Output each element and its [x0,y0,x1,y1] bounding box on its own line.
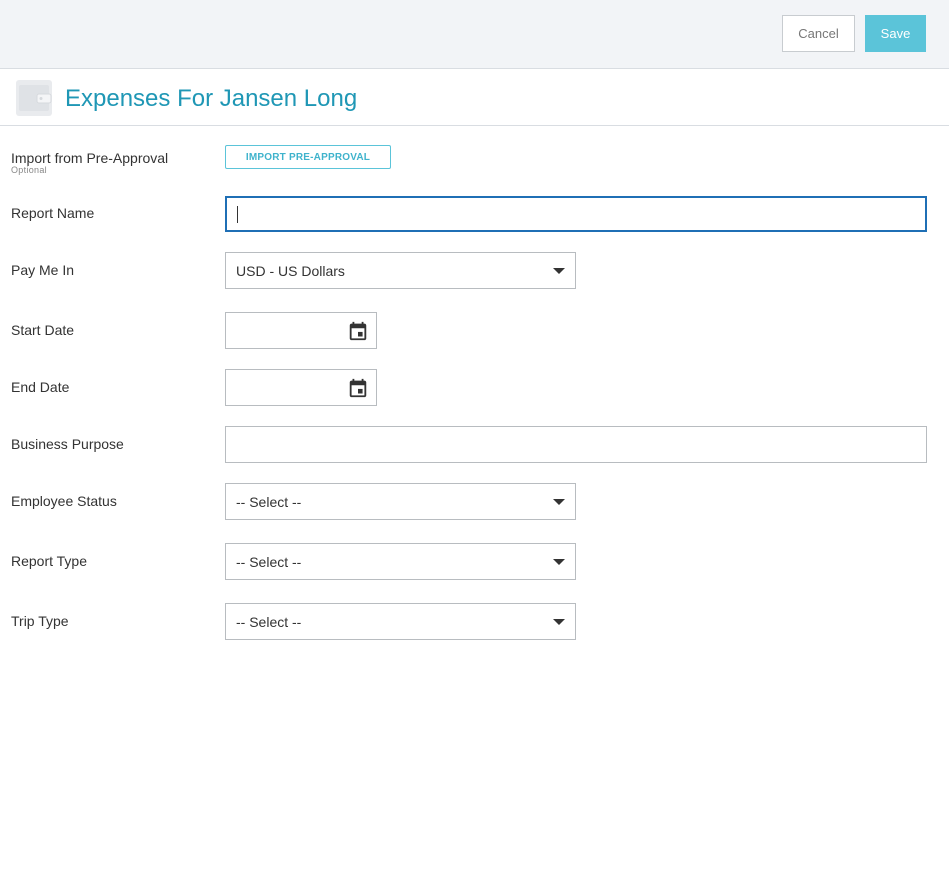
employee-status-select[interactable]: -- Select -- [225,483,576,520]
employee-status-value: -- Select -- [236,493,302,510]
chevron-down-icon [553,268,565,274]
start-date-input[interactable] [225,312,377,349]
trip-type-value: -- Select -- [236,613,302,630]
chevron-down-icon [553,619,565,625]
page-header: Expenses For Jansen Long [0,69,949,126]
report-name-input[interactable] [225,196,927,232]
end-date-input[interactable] [225,369,377,406]
pay-me-in-select[interactable]: USD - US Dollars [225,252,576,289]
end-date-label: End Date [11,379,70,395]
pay-me-in-value: USD - US Dollars [236,262,345,279]
top-toolbar: Cancel Save [0,0,949,69]
business-purpose-input[interactable] [225,426,927,463]
report-type-label: Report Type [11,553,88,569]
employee-status-label: Employee Status [11,493,117,509]
text-caret [237,205,238,223]
pay-me-in-label: Pay Me In [11,262,75,278]
save-button[interactable]: Save [865,15,926,52]
calendar-icon[interactable] [347,320,369,342]
calendar-icon[interactable] [347,377,369,399]
report-name-label: Report Name [11,205,95,221]
business-purpose-label: Business Purpose [11,436,124,452]
cancel-button[interactable]: Cancel [782,15,855,52]
chevron-down-icon [553,559,565,565]
report-type-value: -- Select -- [236,553,302,570]
import-label: Import from Pre-Approval [11,150,169,166]
report-type-select[interactable]: -- Select -- [225,543,576,580]
import-pre-approval-button[interactable]: IMPORT PRE-APPROVAL [225,145,391,169]
page-title: Expenses For Jansen Long [65,85,358,112]
trip-type-label: Trip Type [11,613,69,629]
trip-type-select[interactable]: -- Select -- [225,603,576,640]
wallet-icon [16,80,52,116]
chevron-down-icon [553,499,565,505]
start-date-label: Start Date [11,322,75,338]
optional-sublabel: Optional [11,165,47,175]
